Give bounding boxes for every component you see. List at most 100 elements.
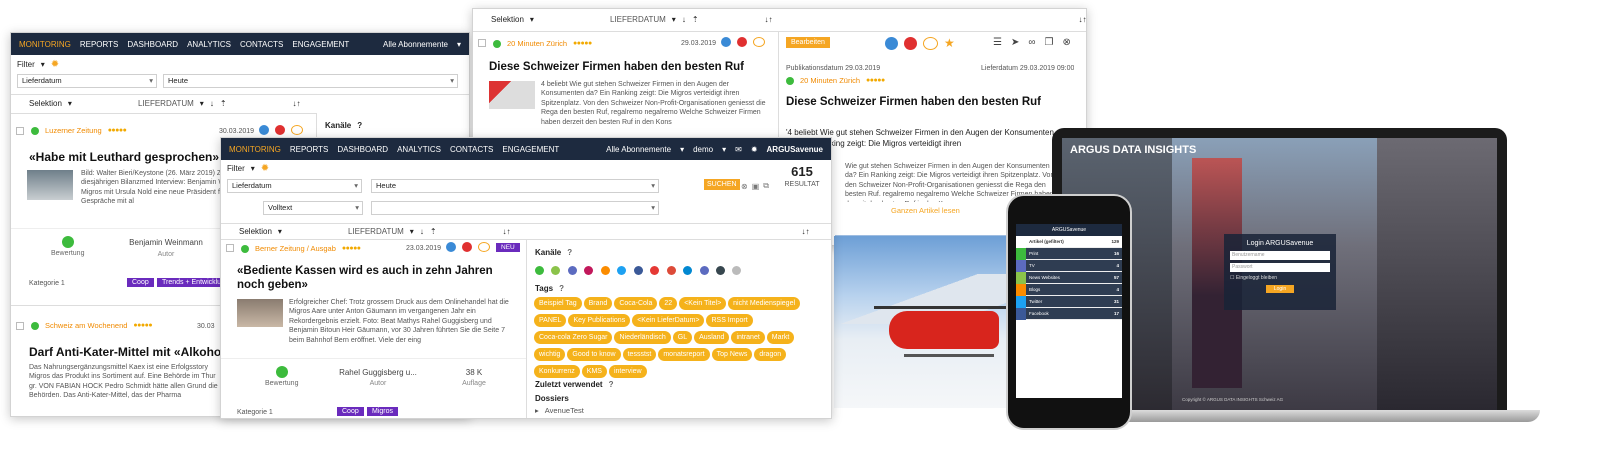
share-icon[interactable] [259, 125, 269, 135]
source-name[interactable]: 20 Minuten Zürich [800, 76, 860, 85]
help-icon[interactable]: ? [567, 248, 572, 257]
pdf-icon[interactable] [462, 242, 472, 252]
phone-row[interactable]: Artikel (gefiltert) 129 [1016, 235, 1122, 248]
tag-chip[interactable]: 22 [659, 297, 678, 310]
subscriptions-dropdown[interactable]: Alle Abonnemente [606, 145, 671, 154]
tag-chip[interactable]: Brand [583, 297, 613, 310]
print-icon[interactable] [535, 266, 544, 275]
sort-dropdown[interactable]: LIEFERDATUM [348, 227, 404, 236]
gear-icon[interactable]: ✹ [51, 59, 59, 70]
phone-row[interactable]: TV 4 [1016, 259, 1122, 272]
tag-chip[interactable]: Beispiel Tag [534, 297, 582, 310]
remember-checkbox[interactable]: ☐ Eingeloggt bleiben [1230, 275, 1330, 281]
phone-row[interactable]: Print 16 [1016, 247, 1122, 260]
date-range-select[interactable]: Heute [371, 179, 659, 193]
google-plus-icon[interactable] [666, 266, 676, 275]
nav-contacts[interactable]: CONTACTS [240, 40, 283, 49]
copy-icon[interactable]: ❐ [1045, 37, 1054, 48]
nav-dashboard[interactable]: DASHBOARD [127, 40, 178, 49]
twitter-icon[interactable] [617, 266, 627, 275]
tag-chip[interactable]: Niederländisch [614, 331, 671, 344]
tag-chip[interactable]: Good to know [567, 348, 621, 361]
article-thumbnail[interactable] [237, 299, 283, 327]
blog-icon[interactable] [600, 266, 610, 275]
filter-button[interactable]: Filter [17, 60, 35, 69]
tag-chip[interactable]: <Kein LieferDatum> [632, 314, 705, 327]
article-title[interactable]: Darf Anti-Kater-Mittel mit «Alkohol» w [29, 345, 244, 359]
help-icon[interactable]: ? [357, 121, 362, 130]
user-menu[interactable]: demo [693, 145, 713, 154]
search-input[interactable] [371, 201, 659, 215]
sort-dropdown[interactable]: LIEFERDATUM [610, 15, 666, 24]
date-range-select[interactable]: Heute [163, 74, 458, 88]
tag-chip[interactable]: Markt [766, 331, 795, 344]
tag-chip[interactable]: nicht Medienspiegel [728, 297, 801, 310]
tv-icon[interactable] [567, 266, 577, 275]
sort-order-icon[interactable]: ↓↑ [765, 15, 773, 24]
password-input[interactable]: Passwort [1230, 263, 1330, 272]
source-name[interactable]: Berner Zeitung / Ausgab [255, 244, 336, 253]
source-name[interactable]: 20 Minuten Zürich [507, 39, 567, 48]
gear-icon[interactable]: ✹ [751, 145, 758, 154]
selection-dropdown[interactable]: Selektion [29, 99, 62, 108]
article-checkbox[interactable] [478, 39, 486, 47]
sort-order-icon[interactable]: ↓↑ [503, 227, 511, 236]
link-icon[interactable]: ∞ [1028, 37, 1035, 48]
export-icon[interactable]: ⧉ [763, 181, 769, 191]
phone-row[interactable]: Facebook 17 [1016, 307, 1122, 320]
other-channel-icon[interactable] [732, 266, 742, 275]
article-checkbox[interactable] [16, 127, 24, 135]
selection-dropdown[interactable]: Selektion [491, 15, 524, 24]
date-field-select[interactable]: Lieferdatum [17, 74, 157, 88]
rating-cell[interactable]: Bewertung [265, 366, 298, 387]
tag-chip[interactable]: monatsreport [658, 348, 710, 361]
linkedin-icon[interactable] [683, 266, 693, 275]
tag-chip[interactable]: Key Publications [568, 314, 631, 327]
share-icon[interactable] [446, 242, 456, 252]
tag-chip[interactable]: Coca-cola Zero Sugar [534, 331, 613, 344]
article-title[interactable]: Diese Schweizer Firmen haben den besten … [489, 61, 774, 73]
share-icon[interactable] [885, 36, 898, 50]
nav-analytics[interactable]: ANALYTICS [187, 40, 231, 49]
tag-migros[interactable]: Migros [367, 407, 399, 416]
eye-icon[interactable] [478, 242, 490, 252]
tumblr-icon[interactable] [715, 266, 725, 275]
youtube-icon[interactable] [650, 266, 660, 275]
filter-button[interactable]: Filter [227, 164, 245, 173]
tag-trends[interactable]: Trends + Entwicklu [157, 278, 227, 287]
save-icon[interactable]: ▣ [752, 182, 760, 191]
tag-chip[interactable]: wichtig [534, 348, 566, 361]
tag-chip[interactable]: <Kein Titel> [679, 297, 727, 310]
list-icon[interactable]: ☰ [993, 37, 1002, 48]
mail-icon[interactable]: ✉ [735, 145, 742, 154]
tag-chip[interactable]: tessstst [622, 348, 657, 361]
nav-analytics[interactable]: ANALYTICS [397, 145, 441, 154]
rating-cell[interactable]: Bewertung [51, 236, 84, 257]
tag-chip[interactable]: intranet [731, 331, 765, 344]
article-checkbox[interactable] [226, 244, 234, 252]
sort-dropdown[interactable]: LIEFERDATUM [138, 99, 194, 108]
tag-chip[interactable]: KMS [581, 365, 607, 378]
nav-contacts[interactable]: CONTACTS [450, 145, 493, 154]
phone-row[interactable]: Blogs 4 [1016, 283, 1122, 296]
article-thumbnail[interactable] [27, 170, 73, 200]
tag-chip[interactable]: Top News [711, 348, 753, 361]
collapse-icon[interactable]: ⇡ [220, 99, 227, 108]
nav-engagement[interactable]: ENGAGEMENT [292, 40, 349, 49]
clear-icon[interactable]: ⊗ [741, 182, 748, 191]
sort-order-icon[interactable]: ↓↑ [1079, 15, 1086, 24]
nav-reports[interactable]: REPORTS [290, 145, 329, 154]
tag-chip[interactable]: Coca-Cola [614, 297, 658, 310]
eye-icon[interactable] [923, 36, 938, 50]
sort-arrow-icon[interactable]: ↓ [682, 15, 686, 24]
login-button[interactable]: Login [1266, 285, 1294, 293]
article-checkbox[interactable] [16, 322, 24, 330]
sort-arrow-icon[interactable]: ↓ [420, 227, 424, 236]
tag-coop[interactable]: Coop [127, 278, 154, 287]
facebook-icon[interactable] [633, 266, 643, 275]
fulltext-select[interactable]: Volltext [263, 201, 363, 215]
nav-monitoring[interactable]: MONITORING [19, 40, 71, 49]
sort-order-icon[interactable]: ↓↑ [802, 227, 810, 236]
dossier-item[interactable]: ▸ AvenueTest [535, 406, 584, 415]
pinterest-icon[interactable] [584, 266, 594, 275]
